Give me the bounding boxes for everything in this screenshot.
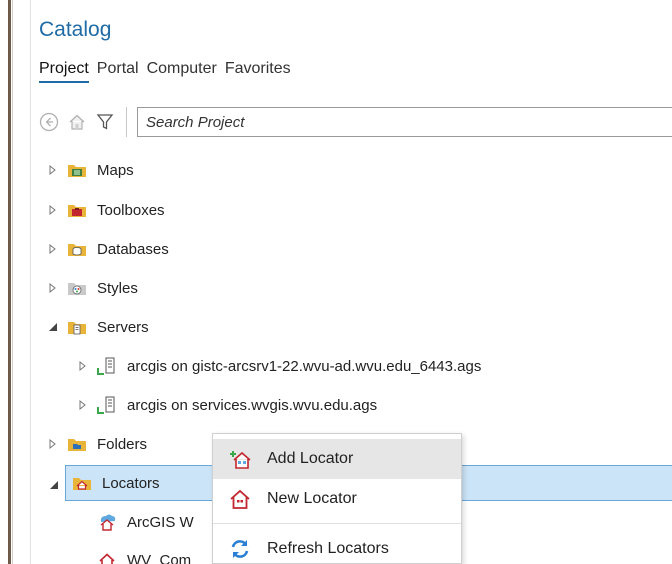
- tree-item-toolboxes[interactable]: Toolboxes: [47, 192, 165, 228]
- edge-rule: [8, 0, 11, 564]
- tree-item-locator[interactable]: ArcGIS W: [97, 504, 194, 540]
- toolbox-folder-icon: [67, 201, 87, 219]
- styles-folder-icon: [67, 279, 87, 297]
- home-button[interactable]: [65, 110, 89, 134]
- back-arrow-icon: [39, 112, 59, 132]
- tree-item-databases[interactable]: Databases: [47, 231, 169, 267]
- servers-folder-icon: [67, 318, 87, 336]
- edge-highlight: [12, 0, 13, 564]
- menu-item-new-locator[interactable]: New Locator: [213, 479, 461, 519]
- tree-item-label: Toolboxes: [97, 201, 165, 219]
- tree-item-folders[interactable]: Folders: [47, 426, 147, 462]
- tree-item-label: ArcGIS W: [127, 513, 194, 531]
- tree-item-label: Locators: [102, 474, 160, 492]
- tree-item-styles[interactable]: Styles: [47, 270, 138, 306]
- menu-item-label: New Locator: [267, 490, 357, 507]
- catalog-toolbar: [37, 107, 672, 137]
- folders-folder-icon: [67, 435, 87, 453]
- tree-item-label: Styles: [97, 279, 138, 297]
- refresh-icon: [227, 538, 253, 560]
- add-locator-icon: [227, 448, 253, 470]
- expand-arrow-icon[interactable]: [47, 438, 59, 450]
- home-icon: [69, 114, 85, 130]
- tree-item-maps[interactable]: Maps: [47, 152, 134, 188]
- database-folder-icon: [67, 240, 87, 258]
- new-locator-icon: [227, 488, 253, 510]
- tab-computer[interactable]: Computer: [147, 60, 217, 83]
- tab-project[interactable]: Project: [39, 60, 89, 83]
- maps-folder-icon: [67, 161, 87, 179]
- server-connection-icon: [97, 357, 117, 375]
- left-window-edge: [0, 0, 22, 564]
- catalog-tabs: Project Portal Computer Favorites: [39, 60, 291, 83]
- menu-item-add-locator[interactable]: Add Locator: [213, 439, 461, 479]
- tree-item-label: arcgis on gistc-arcsrv1-22.wvu-ad.wvu.ed…: [127, 357, 482, 375]
- expand-arrow-icon[interactable]: [77, 360, 89, 372]
- expand-arrow-icon[interactable]: [47, 282, 59, 294]
- expand-arrow-icon[interactable]: [47, 243, 59, 255]
- collapse-arrow-icon[interactable]: [49, 477, 59, 495]
- toolbar-divider: [126, 107, 127, 137]
- tree-item-label: Folders: [97, 435, 148, 453]
- menu-item-refresh-locators[interactable]: Refresh Locators: [213, 529, 461, 564]
- tree-item-label: Maps: [97, 161, 134, 179]
- back-button[interactable]: [37, 110, 61, 134]
- menu-item-label: Refresh Locators: [267, 540, 389, 557]
- collapse-arrow-icon[interactable]: [47, 321, 59, 333]
- expand-arrow-icon[interactable]: [47, 164, 59, 176]
- tree-item-label: WV_Com: [127, 552, 192, 564]
- expand-arrow-icon[interactable]: [47, 204, 59, 216]
- pane-title: Catalog: [39, 18, 112, 41]
- expand-arrow-icon[interactable]: [77, 399, 89, 411]
- search-box[interactable]: [137, 107, 672, 137]
- search-input[interactable]: [146, 113, 672, 131]
- locators-folder-icon: [72, 474, 92, 492]
- online-locator-icon: [97, 513, 117, 531]
- locator-icon: [97, 552, 117, 564]
- tree-item-label: arcgis on services.wvgis.wvu.edu.ags: [127, 396, 378, 414]
- server-connection-icon: [97, 396, 117, 414]
- context-menu: Add Locator New Locator Refresh Locators: [212, 433, 462, 564]
- tree-item-label: Databases: [97, 240, 169, 258]
- menu-separator: [213, 523, 461, 524]
- menu-item-label: Add Locator: [267, 450, 354, 467]
- tree-item-server-connection[interactable]: arcgis on services.wvgis.wvu.edu.ags: [77, 387, 377, 423]
- tree-item-label: Servers: [97, 318, 149, 336]
- filter-icon: [96, 114, 114, 130]
- tab-favorites[interactable]: Favorites: [225, 60, 291, 83]
- filter-button[interactable]: [93, 110, 117, 134]
- tree-item-server-connection[interactable]: arcgis on gistc-arcsrv1-22.wvu-ad.wvu.ed…: [77, 348, 481, 384]
- tree-item-locator[interactable]: WV_Com: [97, 543, 191, 564]
- tab-portal[interactable]: Portal: [97, 60, 139, 83]
- tree-item-servers[interactable]: Servers: [47, 309, 149, 345]
